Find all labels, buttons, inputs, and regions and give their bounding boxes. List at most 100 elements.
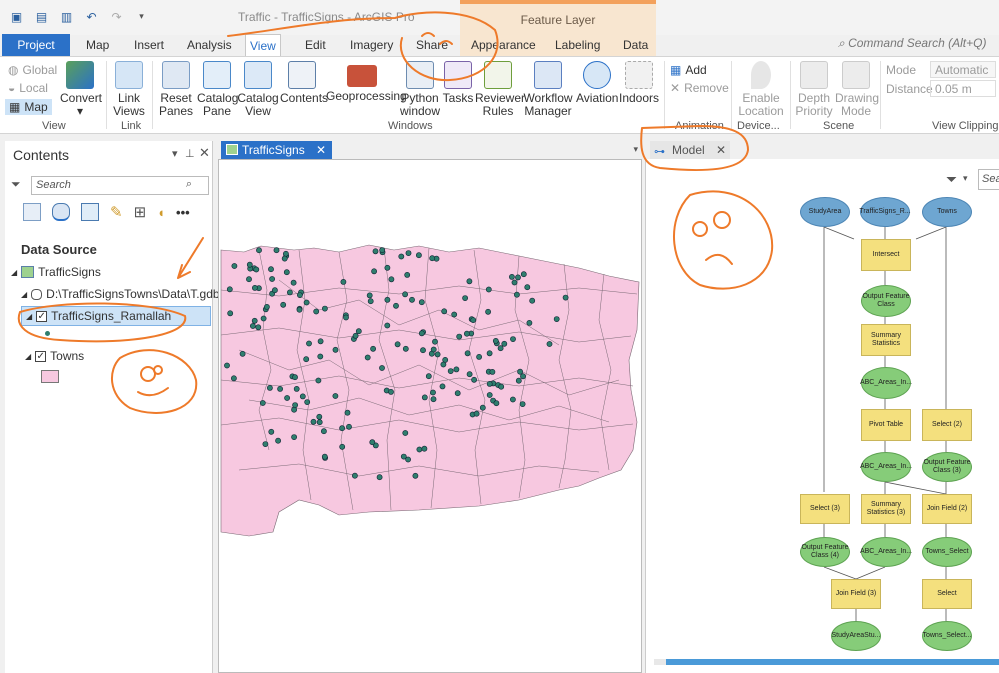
model-node[interactable]: Join Field (2): [922, 494, 972, 524]
model-node[interactable]: StudyAreaStu...: [831, 621, 881, 651]
traffic-sign-point: [485, 308, 491, 315]
pin-icon[interactable]: ⊥: [185, 147, 195, 160]
drawing-order-icon[interactable]: [23, 203, 41, 221]
model-node[interactable]: Output Feature Class (4): [800, 537, 850, 567]
drawing-mode-button[interactable]: Drawing Mode: [835, 61, 879, 118]
model-node[interactable]: Towns: [922, 197, 972, 227]
animation-add-button[interactable]: ▦ Add: [670, 63, 707, 77]
model-node[interactable]: Select: [922, 579, 972, 609]
close-icon[interactable]: ✕: [716, 143, 726, 157]
layer-row-towns[interactable]: ◢ ✓ Towns: [25, 349, 84, 363]
layer-visibility-checkbox[interactable]: ✓: [36, 310, 48, 322]
close-icon[interactable]: ✕: [316, 143, 326, 157]
catalog-pane-button[interactable]: Catalog Pane: [197, 61, 238, 118]
catalog-pane-icon: [203, 61, 231, 89]
tasks-button[interactable]: Tasks: [442, 61, 474, 105]
model-node[interactable]: Output Feature Class (3): [922, 452, 972, 482]
layer-visibility-checkbox[interactable]: ✓: [35, 350, 47, 362]
collapse-icon: ◢: [21, 289, 28, 299]
contents-search-input[interactable]: Search ⌕: [31, 176, 209, 195]
command-search[interactable]: ⌕ Command Search (Alt+Q): [838, 36, 986, 51]
tab-insert[interactable]: Insert: [130, 34, 168, 56]
global-button[interactable]: ◍ Global: [8, 63, 57, 77]
model-node[interactable]: TrafficSigns_R...: [859, 197, 911, 227]
pane-options-icon[interactable]: ▾: [172, 147, 178, 160]
tab-edit[interactable]: Edit: [301, 34, 330, 56]
model-node[interactable]: Pivot Table: [861, 409, 911, 441]
map-button[interactable]: ▦ Map: [5, 99, 52, 115]
new-project-icon[interactable]: ▣: [8, 9, 25, 24]
clipping-distance-input[interactable]: 0.05 m: [930, 80, 996, 97]
model-view-tab[interactable]: ⊶ Model ✕: [650, 141, 731, 159]
aviation-button[interactable]: Aviation: [576, 61, 618, 105]
data-source-icon[interactable]: [52, 203, 70, 221]
convert-button[interactable]: Convert ▾: [60, 61, 102, 118]
model-node[interactable]: Select (2): [922, 409, 972, 441]
model-node[interactable]: ABC_Areas_In...: [860, 452, 912, 482]
view-group-label: View: [42, 120, 66, 132]
traffic-sign-point: [418, 299, 425, 306]
animation-remove-button[interactable]: ✕ Remove: [670, 81, 729, 95]
enable-location-button[interactable]: Enable Location: [735, 61, 787, 118]
catalog-view-button[interactable]: Catalog View: [237, 61, 279, 118]
model-node[interactable]: Intersect: [861, 239, 911, 271]
python-window-button[interactable]: Python window: [400, 61, 440, 118]
reviewer-rules-button[interactable]: Reviewer Rules: [475, 61, 525, 118]
model-node[interactable]: Towns_Select: [922, 537, 972, 567]
geoprocessing-button[interactable]: Geoprocessing: [326, 61, 407, 103]
traffic-sign-point: [379, 365, 385, 371]
depth-priority-button[interactable]: Depth Priority: [794, 61, 834, 118]
model-node[interactable]: Join Field (3): [831, 579, 881, 609]
undo-icon[interactable]: ↶: [83, 9, 100, 24]
traffic-sign-point: [376, 474, 383, 481]
horizontal-scrollbar[interactable]: [654, 659, 999, 665]
tab-list-icon[interactable]: ▾: [633, 144, 638, 155]
model-node[interactable]: Towns_Select...: [922, 621, 972, 651]
redo-icon[interactable]: ↷: [108, 9, 125, 24]
selection-icon[interactable]: [81, 203, 99, 221]
gdb-node[interactable]: ◢ D:\TrafficSignsTowns\Data\T.gdb: [21, 287, 220, 301]
tab-share[interactable]: Share: [412, 34, 452, 56]
polygon-symbol-swatch: [41, 370, 59, 383]
model-node[interactable]: ABC_Areas_In...: [860, 367, 912, 399]
reset-panes-button[interactable]: Reset Panes: [156, 61, 196, 118]
link-views-button[interactable]: Link Views: [110, 61, 148, 118]
editing-icon[interactable]: ✎: [110, 203, 123, 221]
model-node[interactable]: Summary Statistics (3): [861, 494, 911, 524]
tab-project[interactable]: Project: [2, 34, 70, 56]
labeling-icon[interactable]: ◖: [157, 205, 165, 220]
indoors-button[interactable]: Indoors: [619, 61, 659, 105]
snapping-icon[interactable]: ⊞: [134, 203, 147, 221]
clipping-mode-select[interactable]: Automatic: [930, 61, 996, 78]
tab-map[interactable]: Map: [82, 34, 113, 56]
map-view-tab[interactable]: TrafficSigns ✕: [221, 141, 333, 159]
tab-labeling[interactable]: Labeling: [551, 34, 604, 56]
workflow-manager-button[interactable]: Workflow Manager: [522, 61, 574, 118]
open-project-icon[interactable]: ▤: [33, 9, 50, 24]
local-button[interactable]: ◒ Local: [8, 81, 48, 95]
contents-button[interactable]: Contents: [280, 61, 328, 105]
tab-appearance[interactable]: Appearance: [467, 34, 540, 56]
customize-qat-icon[interactable]: ▾: [133, 9, 150, 24]
tab-view[interactable]: View: [245, 34, 281, 56]
tab-data[interactable]: Data: [619, 34, 652, 56]
model-node[interactable]: Select (3): [800, 494, 850, 524]
model-node[interactable]: ABC_Areas_In...: [860, 537, 912, 567]
scrollbar-thumb[interactable]: [666, 659, 999, 665]
more-options-icon[interactable]: •••: [176, 205, 190, 220]
model-node[interactable]: Output Feature Class: [861, 285, 911, 317]
layer-row-trafficsigns[interactable]: ◢ ✓ TrafficSigns_Ramallah: [21, 306, 211, 326]
map-canvas[interactable]: [218, 159, 642, 673]
modelbuilder-canvas[interactable]: ⏷ ▾ Sea StudyArea TrafficSigns_R... Town…: [645, 159, 999, 673]
convert-icon: [66, 61, 94, 89]
model-node[interactable]: StudyArea: [800, 197, 850, 227]
traffic-sign-point: [456, 333, 463, 340]
save-icon[interactable]: ▥: [58, 9, 75, 24]
model-node[interactable]: Summary Statistics: [861, 324, 911, 356]
traffic-sign-point: [290, 279, 297, 286]
tab-imagery[interactable]: Imagery: [346, 34, 397, 56]
tab-analysis[interactable]: Analysis: [183, 34, 236, 56]
filter-icon[interactable]: ⏷: [11, 177, 21, 192]
map-node[interactable]: ◢ TrafficSigns: [11, 265, 101, 279]
close-icon[interactable]: ✕: [199, 145, 210, 161]
